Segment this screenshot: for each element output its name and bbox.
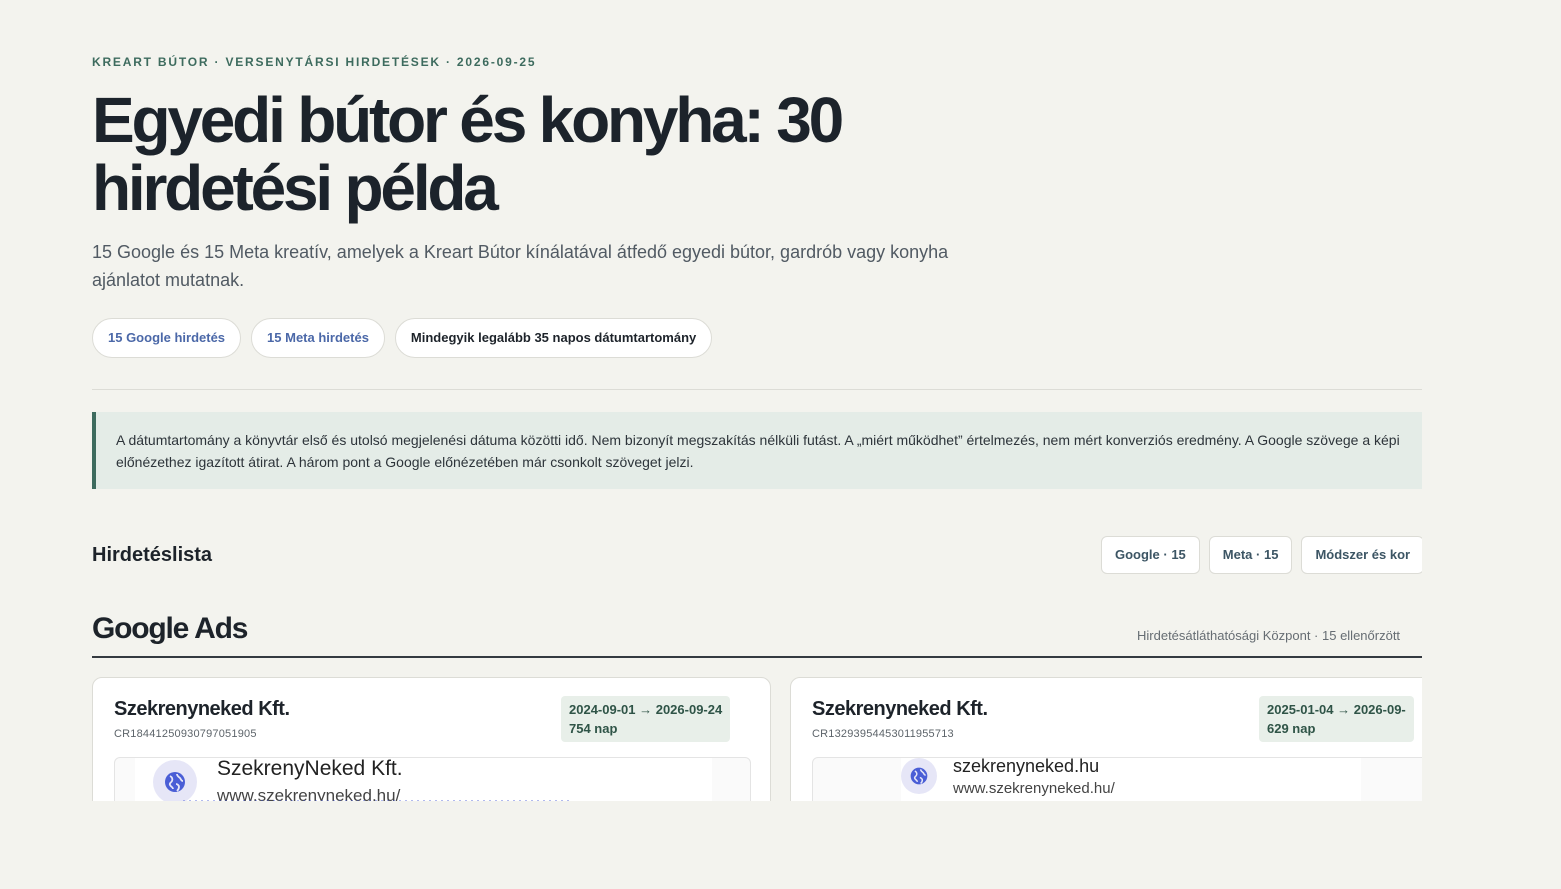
filter-method-button[interactable]: Módszer és kor <box>1301 536 1422 574</box>
globe-icon <box>901 758 937 794</box>
date-range-badge: 2024-09-01 → 2026-09-24 754 nap <box>561 696 731 742</box>
ad-preview-content: SzekrenyNeked Kft. www.szekrenyneked.hu/ <box>135 758 712 801</box>
ad-preview-content: szekrenyneked.hu www.szekrenyneked.hu/ <box>901 758 1361 801</box>
page-subtitle: 15 Google és 15 Meta kreatív, amelyek a … <box>92 242 949 290</box>
filter-meta-button[interactable]: Meta · 15 <box>1208 536 1293 574</box>
section-title-google-ads: Google Ads <box>92 612 248 645</box>
header-divider <box>92 389 1422 390</box>
eyebrow-label: KREART BÚTOR · VERSENYTÁRSI HIRDETÉSEK ·… <box>92 55 537 69</box>
list-filters: Google · 15 Meta · 15 Módszer és kor <box>1101 536 1422 574</box>
preview-url: www.szekrenyneked.hu/ <box>953 780 1115 797</box>
ad-card[interactable]: Szekrenyneked Kft. CR1844125093079705190… <box>92 677 771 801</box>
advertiser-name: Szekrenyneked Kft. <box>812 698 988 720</box>
advertiser-name: Szekrenyneked Kft. <box>114 698 290 720</box>
browser-viewport: KREART BÚTOR · VERSENYTÁRSI HIRDETÉSEK ·… <box>0 0 1422 801</box>
creative-id: CR13293954453011955713 <box>812 728 954 740</box>
summary-chips: 15 Google hirdetés 15 Meta hirdetés Mind… <box>92 318 713 358</box>
window-background <box>1422 0 1561 889</box>
preview-url: www.szekrenyneked.hu/ <box>217 786 401 801</box>
chip-date-range-info: Mindegyik legalább 35 napos dátumtartomá… <box>394 318 713 358</box>
page-title: Egyedi bútor és konyha: 30 hirdetési pél… <box>92 84 844 224</box>
chip-google-count[interactable]: 15 Google hirdetés <box>92 318 242 358</box>
date-range-badge: 2025-01-04 → 2026-09- 629 nap <box>1259 696 1414 742</box>
ad-card[interactable]: Szekrenyneked Kft. CR1329395445301195571… <box>790 677 1422 801</box>
ad-list-title: Hirdetéslista <box>92 544 213 566</box>
section-meta: Hirdetésátláthatósági Központ · 15 ellen… <box>1137 628 1401 643</box>
preview-advertiser-name: SzekrenyNeked Kft. <box>217 757 403 780</box>
date-range: 2025-01-04 → 2026-09- <box>1267 702 1406 717</box>
notice-text: A dátumtartomány a könyvtár első és utol… <box>116 432 1400 470</box>
days-count: 629 nap <box>1267 721 1316 736</box>
filter-google-button[interactable]: Google · 15 <box>1101 536 1200 574</box>
creative-id: CR18441250930797051905 <box>114 728 257 740</box>
methodology-notice: A dátumtartomány a könyvtár első és utol… <box>92 412 1422 489</box>
ad-preview: szekrenyneked.hu www.szekrenyneked.hu/ <box>812 757 1422 801</box>
ad-preview: SzekrenyNeked Kft. www.szekrenyneked.hu/ <box>114 757 751 801</box>
globe-icon <box>153 760 197 801</box>
section-rule <box>92 656 1422 658</box>
preview-link-underline <box>181 800 573 801</box>
days-count: 754 nap <box>569 721 618 736</box>
chip-meta-count[interactable]: 15 Meta hirdetés <box>251 318 385 358</box>
date-range: 2024-09-01 → 2026-09-24 <box>569 702 723 717</box>
preview-advertiser-name: szekrenyneked.hu <box>953 757 1100 776</box>
